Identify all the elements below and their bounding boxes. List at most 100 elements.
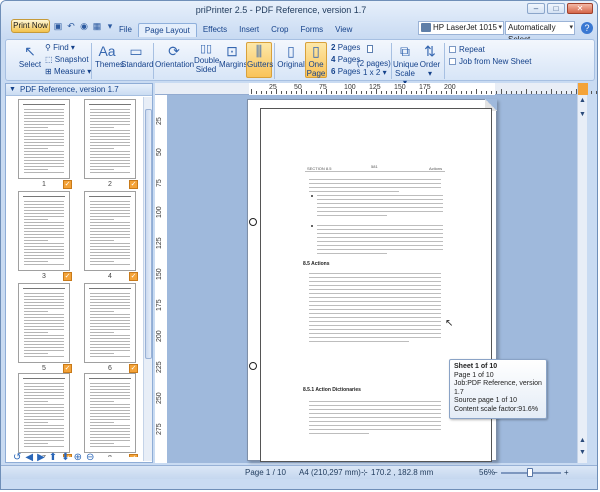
app-window: Print Now ▣ ↶ ◉ ▦ ▾ priPrinter 2.5 - PDF… (0, 0, 598, 490)
tab-effects[interactable]: Effects (197, 23, 233, 37)
two-pages-button[interactable]: 2 Pages (331, 43, 360, 52)
tab-file[interactable]: File (113, 23, 138, 37)
margins-icon: ⊡ (226, 43, 238, 59)
tab-page-layout[interactable]: Page Layout (137, 23, 197, 37)
one-page-button[interactable]: ▯ One Page (305, 42, 327, 78)
help-icon[interactable]: ? (581, 22, 593, 34)
grid-select[interactable]: 1 x 2 ▾ (363, 68, 387, 77)
cursor-position-icon: ⊹ (361, 468, 368, 477)
page-thumbnail[interactable] (84, 373, 136, 453)
zoom-slider-handle[interactable] (527, 468, 533, 477)
undo-icon[interactable]: ↶ (66, 21, 76, 31)
zoom-out-icon[interactable]: ⊖ (86, 452, 94, 464)
thumbnail-checkbox[interactable]: ✓ (63, 364, 72, 373)
snapshot-button[interactable]: ⬚ Snapshot (45, 55, 89, 64)
panel-title[interactable]: PDF Reference, version 1.7 (6, 84, 152, 96)
settings-icon[interactable]: ◉ (79, 21, 89, 31)
save-icon[interactable]: ▣ (53, 21, 63, 31)
ruler-label: 250 (156, 392, 163, 404)
printer-select[interactable]: HP LaserJet 1015 ▾ (418, 21, 504, 35)
order-button[interactable]: ⇅ Order ▾ (419, 43, 441, 78)
unique-scale-button[interactable]: ⧉ Unique Scale ▾ (393, 43, 418, 87)
close-button[interactable]: ✕ (567, 3, 593, 14)
page-thumbnail[interactable] (84, 191, 136, 271)
paper-size: A4 (210,297 mm) (299, 468, 361, 477)
measure-button[interactable]: ⊞ Measure ▾ (45, 67, 91, 76)
page-thumbnail[interactable] (18, 283, 70, 363)
page-indicator: Page 1 / 10 (245, 468, 286, 477)
thumbnail-list: 1✓2✓3✓4✓5✓6✓7✓8✓ (6, 97, 144, 457)
themes-button[interactable]: Aa Themes (95, 43, 124, 69)
ruler-label: 150 (394, 84, 406, 91)
page-thumbnail[interactable] (84, 283, 136, 363)
ribbon-separator (391, 43, 392, 79)
snapshot-icon: ⬚ (45, 55, 55, 64)
print-now-button[interactable]: Print Now (11, 19, 50, 33)
original-icon: ▯ (287, 43, 295, 59)
thumbnail-checkbox[interactable]: ✓ (129, 180, 138, 189)
layout-1x2-icon (367, 45, 373, 54)
orientation-icon: ⟳ (168, 43, 180, 59)
select-button[interactable]: ↖ Select (17, 43, 43, 69)
scroll-up-icon[interactable]: ▲ (579, 437, 586, 444)
zoom-out-icon[interactable]: − (493, 468, 498, 477)
find-button[interactable]: ⚲ Find ▾ (45, 43, 75, 52)
zoom-in-icon[interactable]: ⊕ (74, 452, 82, 464)
tab-insert[interactable]: Insert (233, 23, 265, 37)
ruler-label: 150 (156, 268, 163, 280)
thumbnail-scrollbar[interactable] (143, 97, 152, 461)
punch-hole (249, 362, 257, 370)
tab-crop[interactable]: Crop (265, 23, 294, 37)
move-down-icon[interactable]: ⬇ (61, 452, 69, 464)
tab-forms[interactable]: Forms (295, 23, 330, 37)
paper-tray-select[interactable]: Automatically Select ▾ (505, 21, 575, 44)
order-icon: ⇅ (424, 43, 436, 59)
tab-view[interactable]: View (329, 23, 358, 37)
thumbnail-checkbox[interactable]: ✓ (63, 272, 72, 281)
repeat-checkbox[interactable]: Repeat (449, 45, 485, 54)
workspace-scrollbar[interactable]: ▲ ▼ ▲ ▼ (577, 83, 588, 463)
scroll-down-icon[interactable]: ▼ (579, 111, 586, 118)
scroll-up-icon[interactable]: ▲ (579, 97, 586, 104)
six-pages-button[interactable]: 6 Pages (331, 67, 360, 76)
ribbon-separator (274, 43, 275, 79)
thumbnail-checkbox[interactable]: ✓ (129, 272, 138, 281)
ribbon-separator (153, 43, 154, 79)
thumbnail-checkbox[interactable]: ✓ (63, 180, 72, 189)
next-icon[interactable]: ▶ (37, 452, 45, 464)
ruler-label: 125 (156, 237, 163, 249)
ribbon-separator (444, 43, 445, 79)
thumbnail-checkbox[interactable]: ✓ (129, 364, 138, 373)
ruler-label: 225 (156, 361, 163, 373)
original-button[interactable]: ▯ Original (277, 43, 305, 69)
sheet-tooltip: Sheet 1 of 10 Page 1 of 10 Job:PDF Refer… (449, 359, 547, 419)
page-thumbnail[interactable] (18, 373, 70, 453)
orientation-button[interactable]: ⟳ Orientation (155, 43, 194, 69)
four-pages-button[interactable]: 4 Pages (331, 55, 360, 64)
themes-icon: Aa (98, 43, 116, 59)
page-thumbnail[interactable] (18, 99, 70, 179)
punch-hole (249, 218, 257, 226)
scroll-corner[interactable] (578, 83, 588, 95)
prev-icon[interactable]: ◀ (25, 452, 33, 464)
page-thumbnail[interactable] (84, 99, 136, 179)
double-sided-button[interactable]: ▯▯ Double Sided (194, 43, 219, 74)
gutters-button[interactable]: ⫼ Gutters (246, 42, 273, 78)
margins-button[interactable]: ⊡ Margins (219, 43, 247, 69)
scroll-down-icon[interactable]: ▼ (579, 449, 586, 456)
minimize-button[interactable]: – (527, 3, 545, 14)
title-bar: Print Now ▣ ↶ ◉ ▦ ▾ priPrinter 2.5 - PDF… (1, 1, 597, 44)
job-from-new-sheet-checkbox[interactable]: Job from New Sheet (449, 57, 531, 66)
cursor-position: 170.2 , 182.8 mm (371, 468, 434, 477)
binoculars-icon: ⚲ (45, 43, 54, 52)
ruler-label: 75 (156, 179, 163, 187)
zoom-in-icon[interactable]: + (564, 468, 569, 477)
standard-button[interactable]: ▭ Standard (121, 43, 153, 69)
view-icon[interactable]: ▦ (92, 21, 102, 31)
move-up-icon[interactable]: ⬆ (49, 452, 57, 464)
page-thumbnail[interactable] (18, 191, 70, 271)
ruler-label: 100 (156, 206, 163, 218)
quick-access-toolbar: ▣ ↶ ◉ ▦ ▾ (53, 19, 115, 33)
maximize-button[interactable]: □ (547, 3, 565, 14)
rotate-icon[interactable]: ↺ (13, 452, 21, 464)
